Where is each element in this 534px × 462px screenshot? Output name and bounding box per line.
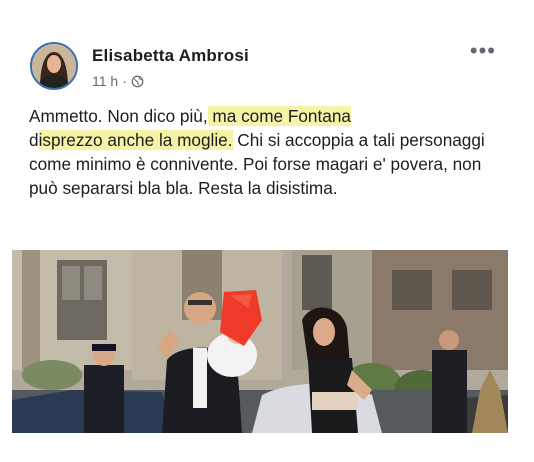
post-text-highlight1: ma come Fontana	[207, 106, 351, 126]
avatar-image	[32, 44, 76, 88]
post-text: Ammetto. Non dico più, ma come Fontana di…	[29, 104, 499, 200]
news-photo	[12, 250, 508, 433]
post-time[interactable]: 11 h	[92, 73, 118, 89]
more-options-button[interactable]: •••	[470, 38, 496, 64]
post-text-part1: Ammetto. Non dico più,	[29, 106, 208, 126]
author-name[interactable]: Elisabetta Ambrosi	[92, 46, 249, 66]
post-meta: 11 h ·	[92, 73, 144, 89]
globe-icon	[131, 75, 144, 87]
post-photo[interactable]	[12, 250, 508, 433]
meta-separator: ·	[122, 73, 127, 89]
post-text-highlight2: isprezzo anche la moglie.	[38, 130, 233, 150]
post-text-part2: d	[29, 130, 39, 150]
facebook-post: Elisabetta Ambrosi 11 h · ••• Ammetto. N…	[0, 0, 534, 462]
author-avatar[interactable]	[30, 42, 78, 90]
